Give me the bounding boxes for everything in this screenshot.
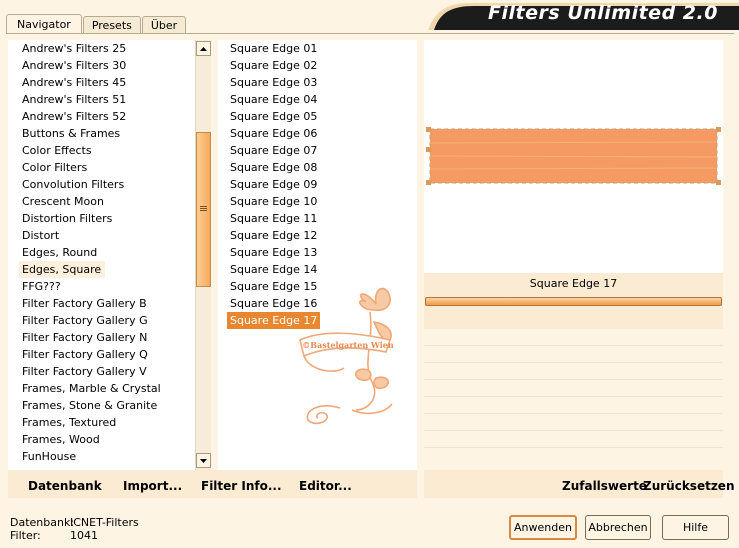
category-item[interactable]: FunHouse bbox=[19, 448, 195, 465]
filter-item[interactable]: Square Edge 02 bbox=[227, 57, 415, 74]
tab-presets[interactable]: Presets bbox=[82, 16, 141, 33]
category-item[interactable]: Filter Factory Gallery Q bbox=[19, 346, 195, 363]
scroll-up-button[interactable] bbox=[196, 41, 211, 56]
database-link[interactable]: Datenbank bbox=[28, 479, 102, 493]
tab-divider bbox=[6, 33, 734, 34]
empty-parameter-row bbox=[424, 447, 723, 448]
parameter-area bbox=[424, 295, 723, 329]
category-item[interactable]: Filter Factory Gallery B bbox=[19, 295, 195, 312]
category-item[interactable]: Color Effects bbox=[19, 142, 195, 159]
filter-item[interactable]: Square Edge 09 bbox=[227, 176, 415, 193]
scroll-thumb[interactable] bbox=[196, 132, 211, 287]
category-item[interactable]: Andrew's Filters 52 bbox=[19, 108, 195, 125]
category-item[interactable]: Frames, Wood bbox=[19, 431, 195, 448]
filter-item[interactable]: Square Edge 06 bbox=[227, 125, 415, 142]
category-item[interactable]: Edges, Round bbox=[19, 244, 195, 261]
category-item[interactable]: Andrew's Filters 25 bbox=[19, 40, 195, 57]
empty-parameter-row bbox=[424, 379, 723, 380]
filter-count-value: 1041 bbox=[70, 529, 98, 542]
editor-link[interactable]: Editor... bbox=[299, 479, 352, 493]
filter-item[interactable]: Square Edge 05 bbox=[227, 108, 415, 125]
category-item[interactable]: Filter Factory Gallery V bbox=[19, 363, 195, 380]
title-banner: Filters Unlimited 2.0 bbox=[428, 0, 739, 30]
preview-strip-shape bbox=[426, 127, 721, 185]
category-item[interactable]: Filter Factory Gallery G bbox=[19, 312, 195, 329]
category-item[interactable]: Filter Factory Gallery N bbox=[19, 329, 195, 346]
app-title: Filters Unlimited 2.0 bbox=[488, 2, 718, 24]
tab-ueber[interactable]: Über bbox=[141, 16, 187, 33]
filter-count-label: Filter: bbox=[10, 529, 41, 542]
empty-parameter-row bbox=[424, 413, 723, 414]
scroll-down-button[interactable] bbox=[196, 453, 211, 468]
filter-item[interactable]: Square Edge 12 bbox=[227, 227, 415, 244]
category-item[interactable]: Andrew's Filters 45 bbox=[19, 74, 195, 91]
left-link-bar: Datenbank Import... Filter Info... Edito… bbox=[8, 470, 417, 498]
watermark-logo: ©Bastelgarten Wien bbox=[299, 287, 394, 425]
database-label: Datenbank: bbox=[10, 516, 75, 529]
parameter-slider[interactable] bbox=[425, 297, 722, 306]
filter-item[interactable]: Square Edge 07 bbox=[227, 142, 415, 159]
import-link[interactable]: Import... bbox=[123, 479, 182, 493]
preview-image bbox=[426, 125, 721, 187]
filter-item[interactable]: Square Edge 13 bbox=[227, 244, 415, 261]
category-item[interactable]: Frames, Marble & Crystal bbox=[19, 380, 195, 397]
empty-parameter-row bbox=[424, 362, 723, 363]
category-item[interactable]: Color Filters bbox=[19, 159, 195, 176]
category-item[interactable]: Crescent Moon bbox=[19, 193, 195, 210]
category-list[interactable]: Andrew's Filters 25 Andrew's Filters 30 An… bbox=[19, 40, 195, 470]
category-scrollbar[interactable] bbox=[195, 40, 211, 470]
empty-parameter-row bbox=[424, 345, 723, 346]
category-item[interactable]: Andrew's Filters 30 bbox=[19, 57, 195, 74]
filter-item[interactable]: Square Edge 14 bbox=[227, 261, 415, 278]
watermark-text: ©Bastelgarten Wien bbox=[302, 340, 394, 350]
category-item[interactable]: Distort bbox=[19, 227, 195, 244]
tab-bar: Navigator Presets Über bbox=[6, 13, 187, 34]
cancel-button[interactable]: Abbrechen bbox=[585, 515, 651, 540]
empty-parameter-row bbox=[424, 396, 723, 397]
category-item[interactable]: Andrew's Filters 51 bbox=[19, 91, 195, 108]
category-item[interactable]: Distortion Filters bbox=[19, 210, 195, 227]
tab-navigator[interactable]: Navigator bbox=[6, 14, 82, 34]
selected-filter-label: Square Edge 17 bbox=[424, 273, 723, 295]
category-item[interactable]: Frames, Textured bbox=[19, 414, 195, 431]
filter-info-link[interactable]: Filter Info... bbox=[201, 479, 282, 493]
category-item[interactable]: Edges, Square bbox=[19, 261, 106, 278]
apply-button[interactable]: Anwenden bbox=[509, 515, 577, 540]
right-link-bar: Zufallswerte Zurücksetzen bbox=[424, 470, 734, 498]
help-button[interactable]: Hilfe bbox=[662, 515, 729, 540]
filter-item[interactable]: Square Edge 03 bbox=[227, 74, 415, 91]
category-item[interactable]: Buttons & Frames bbox=[19, 125, 195, 142]
empty-parameter-row bbox=[424, 430, 723, 431]
filter-item[interactable]: Square Edge 08 bbox=[227, 159, 415, 176]
reset-link[interactable]: Zurücksetzen bbox=[643, 479, 734, 493]
category-item[interactable]: Frames, Stone & Granite bbox=[19, 397, 195, 414]
category-item[interactable]: FFG??? bbox=[19, 278, 195, 295]
filter-item[interactable]: Square Edge 10 bbox=[227, 193, 415, 210]
random-values-link[interactable]: Zufallswerte bbox=[562, 479, 647, 493]
arrow-up-icon bbox=[200, 46, 207, 51]
category-item[interactable]: Convolution Filters bbox=[19, 176, 195, 193]
filter-item[interactable]: Square Edge 01 bbox=[227, 40, 415, 57]
filter-item[interactable]: Square Edge 11 bbox=[227, 210, 415, 227]
filter-item[interactable]: Square Edge 04 bbox=[227, 91, 415, 108]
database-value: ICNET-Filters bbox=[70, 516, 139, 529]
arrow-down-icon bbox=[200, 458, 207, 463]
